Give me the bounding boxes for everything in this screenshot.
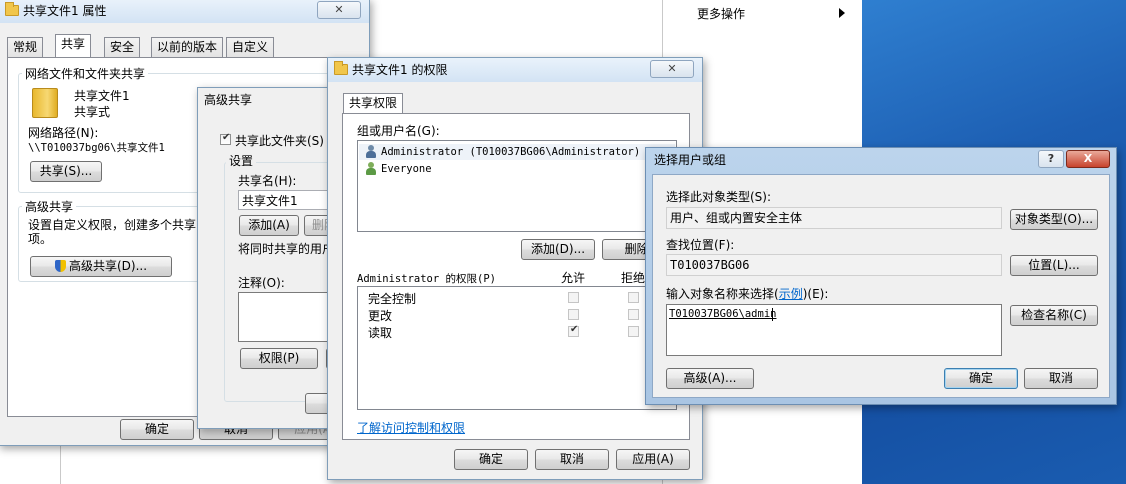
principal-name: Administrator (T010037BG06\Administrator… bbox=[381, 146, 641, 158]
user-icon bbox=[365, 145, 377, 159]
location-field: T010037BG06 bbox=[666, 254, 1002, 276]
properties-titlebar: 共享文件1 属性 bbox=[0, 0, 369, 23]
group-icon bbox=[365, 162, 377, 176]
comment-input[interactable] bbox=[238, 292, 338, 342]
select-users-window: 选择用户或组 ? X 选择此对象类型(S): 用户、组或内置安全主体 对象类型(… bbox=[645, 147, 1117, 405]
share-folder-checkbox[interactable]: ✔ bbox=[220, 132, 231, 145]
check-names-button[interactable]: 检查名称(C) bbox=[1010, 305, 1098, 326]
advanced-sharing-title: 高级共享 bbox=[204, 93, 253, 107]
shield-icon bbox=[54, 260, 66, 272]
advanced-share-group-label: 高级共享 bbox=[22, 198, 77, 215]
help-icon: ? bbox=[1047, 152, 1055, 165]
folder-icon bbox=[5, 2, 19, 16]
permissions-panel: 组或用户名(G): Administrator (T010037BG06\Adm… bbox=[342, 113, 690, 440]
network-path-value: \\T010037bg06\共享文件1 bbox=[28, 142, 165, 154]
perm-full-control: 完全控制 bbox=[368, 292, 417, 306]
add-share-button[interactable]: 添加(A) bbox=[239, 215, 299, 236]
help-button[interactable]: ? bbox=[1038, 150, 1064, 168]
allow-header: 允许 bbox=[561, 271, 586, 285]
close-button[interactable]: X bbox=[1066, 150, 1110, 168]
close-icon: ✕ bbox=[334, 3, 344, 16]
tab-security[interactable]: 安全 bbox=[104, 37, 141, 57]
advanced-share-button[interactable]: 高级共享(D)... bbox=[30, 256, 172, 277]
permissions-button[interactable]: 权限(P) bbox=[240, 348, 318, 369]
advanced-sharing-titlebar: 高级共享 bbox=[198, 88, 336, 112]
advanced-desc-line2: 项。 bbox=[28, 232, 53, 246]
close-icon: ✕ bbox=[667, 62, 677, 75]
group-user-label: 组或用户名(G): bbox=[357, 124, 440, 138]
folder-icon bbox=[334, 61, 348, 75]
enter-object-label-pre: 输入对象名称来选择( bbox=[666, 287, 779, 301]
explorer-strip bbox=[60, 440, 330, 484]
permissions-titlebar: 共享文件1 的权限 bbox=[328, 58, 702, 82]
enter-object-label-post: )(E): bbox=[802, 287, 829, 301]
chevron-right-icon bbox=[839, 8, 845, 18]
text-cursor bbox=[772, 308, 773, 321]
permissions-header: Administrator 的权限(P) bbox=[357, 273, 496, 285]
share-name-label: 共享名(H): bbox=[238, 174, 297, 188]
advanced-desc-line1: 设置自定义权限，创建多个共享 bbox=[28, 218, 197, 232]
enter-object-label: 输入对象名称来选择(示例)(E): bbox=[666, 285, 828, 302]
folder-name: 共享文件1 bbox=[74, 89, 130, 103]
share-state: 共享式 bbox=[74, 105, 111, 119]
allow-change-checkbox[interactable] bbox=[568, 309, 579, 320]
tab-share-permissions[interactable]: 共享权限 bbox=[343, 93, 404, 114]
deny-change-checkbox[interactable] bbox=[628, 309, 639, 320]
deny-header: 拒绝 bbox=[621, 271, 646, 285]
tab-sharing[interactable]: 共享 bbox=[55, 34, 92, 58]
select-users-title: 选择用户或组 bbox=[654, 153, 727, 167]
permissions-title: 共享文件1 的权限 bbox=[352, 63, 448, 77]
apply-button[interactable]: 应用(A) bbox=[616, 449, 690, 470]
object-names-input[interactable]: T010037BG06\admin bbox=[666, 304, 1002, 356]
share-name-select[interactable]: 共享文件1 bbox=[238, 190, 338, 210]
close-button[interactable]: ✕ bbox=[650, 60, 694, 78]
allow-read-checkbox[interactable]: ✔ bbox=[568, 324, 579, 337]
user-limit-label: 将同时共享的用户 bbox=[238, 242, 335, 256]
principals-list[interactable]: Administrator (T010037BG06\Administrator… bbox=[357, 140, 677, 232]
add-principal-button[interactable]: 添加(D)... bbox=[521, 239, 595, 260]
perm-change: 更改 bbox=[368, 309, 393, 323]
principal-name: Everyone bbox=[381, 163, 432, 175]
examples-link[interactable]: 示例 bbox=[779, 287, 803, 301]
advanced-share-button-label: 高级共享(D)... bbox=[68, 259, 148, 273]
location-label: 查找位置(F): bbox=[666, 238, 735, 252]
tab-custom[interactable]: 自定义 bbox=[226, 37, 275, 57]
object-type-label: 选择此对象类型(S): bbox=[666, 190, 772, 204]
cancel-button[interactable]: 取消 bbox=[1024, 368, 1098, 389]
cancel-button[interactable]: 取消 bbox=[535, 449, 609, 470]
deny-full-control-checkbox[interactable] bbox=[628, 292, 639, 303]
checkmark-icon: ✔ bbox=[222, 132, 231, 143]
locations-button[interactable]: 位置(L)... bbox=[1010, 255, 1098, 276]
tab-previous-versions[interactable]: 以前的版本 bbox=[151, 37, 224, 57]
share-button[interactable]: 共享(S)... bbox=[30, 161, 102, 182]
object-types-button[interactable]: 对象类型(O)... bbox=[1010, 209, 1098, 230]
permissions-list: 完全控制 更改 读取 ✔ bbox=[357, 286, 677, 410]
allow-full-control-checkbox[interactable] bbox=[568, 292, 579, 303]
advanced-button[interactable]: 高级(A)... bbox=[666, 368, 754, 389]
advanced-sharing-window: 高级共享 ✔ 共享此文件夹(S) 设置 共享名(H): 共享文件1 添加(A) … bbox=[197, 87, 354, 429]
settings-label: 设置 bbox=[226, 152, 257, 169]
object-type-field: 用户、组或内置安全主体 bbox=[666, 207, 1002, 229]
ok-button[interactable]: 确定 bbox=[944, 368, 1018, 389]
list-item-everyone[interactable]: Everyone bbox=[359, 161, 675, 177]
network-share-group-label: 网络文件和文件夹共享 bbox=[22, 65, 149, 82]
more-actions-link[interactable]: 更多操作 bbox=[697, 5, 745, 22]
folder-large-icon bbox=[32, 88, 58, 118]
comment-label: 注释(O): bbox=[238, 276, 285, 290]
tab-general[interactable]: 常规 bbox=[7, 37, 44, 57]
checkmark-icon: ✔ bbox=[570, 324, 579, 335]
network-path-label: 网络路径(N): bbox=[28, 126, 99, 140]
learn-access-control-link[interactable]: 了解访问控制和权限 bbox=[357, 419, 465, 436]
deny-read-checkbox[interactable] bbox=[628, 326, 639, 337]
share-folder-label: 共享此文件夹(S) bbox=[235, 134, 324, 148]
ok-button[interactable]: 确定 bbox=[454, 449, 528, 470]
close-button[interactable]: ✕ bbox=[317, 1, 361, 19]
properties-title: 共享文件1 属性 bbox=[23, 4, 107, 18]
perm-read: 读取 bbox=[368, 326, 393, 340]
object-names-value: T010037BG06\admin bbox=[669, 308, 777, 320]
ok-button[interactable]: 确定 bbox=[120, 419, 194, 440]
close-icon: X bbox=[1083, 152, 1093, 165]
select-users-body: 选择此对象类型(S): 用户、组或内置安全主体 对象类型(O)... 查找位置(… bbox=[652, 174, 1110, 398]
list-item-administrator[interactable]: Administrator (T010037BG06\Administrator… bbox=[359, 144, 675, 160]
